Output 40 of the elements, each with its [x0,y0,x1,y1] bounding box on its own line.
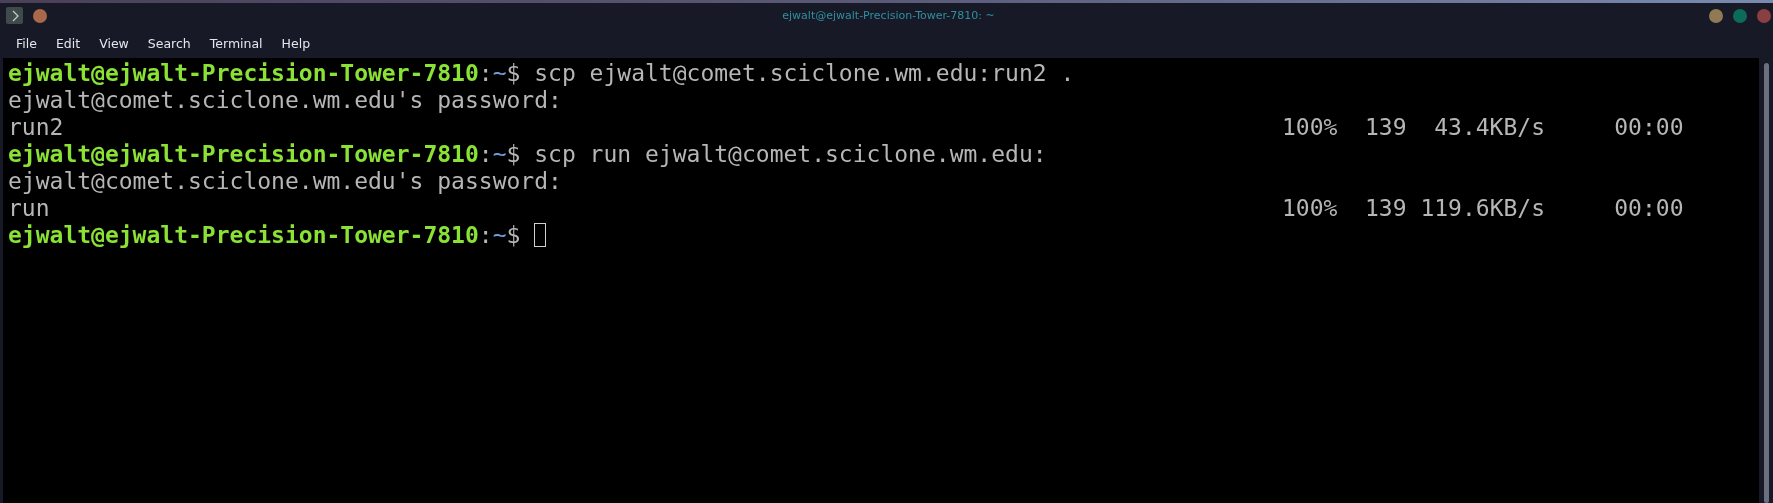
menu-button[interactable] [6,7,23,25]
prompt-path: ~ [492,141,507,168]
prompt-symbol: $ [506,222,521,249]
menu-item[interactable]: File [16,35,37,51]
prompt-separator: : [478,222,493,249]
chevron-icon [10,9,19,22]
command-text: scp run ejwalt@comet.sciclone.wm.edu: [534,141,1047,168]
prompt-symbol: $ [506,141,521,168]
maximize-button[interactable] [1733,8,1747,23]
file-name: run [8,195,51,222]
menu-item[interactable]: Edit [55,35,81,51]
minimize-button[interactable] [1709,8,1723,23]
prompt-user-host: ejwalt@ejwalt-Precision-Tower-7810 [8,60,479,87]
prompt-separator: : [478,60,493,87]
pin-button[interactable] [33,8,47,23]
command-text: scp ejwalt@comet.sciclone.wm.edu:run2 . [534,60,1075,87]
menu-item[interactable]: Help [281,35,311,51]
prompt-user-host: ejwalt@ejwalt-Precision-Tower-7810 [8,222,479,249]
close-button[interactable] [1757,8,1771,23]
transfer-percent: 100% [1281,195,1339,222]
menu-item[interactable]: Terminal [209,35,263,51]
file-size: 139 [1365,114,1407,141]
prompt-user-host: ejwalt@ejwalt-Precision-Tower-7810 [8,141,479,168]
file-name: run2 [8,114,65,141]
menu-item[interactable]: View [99,35,129,51]
transfer-time: 00:00 [1614,114,1684,141]
output-text: ejwalt@comet.sciclone.wm.edu's password: [8,87,562,114]
file-size: 139 [1365,195,1407,222]
prompt-path: ~ [492,60,507,87]
prompt-path: ~ [492,222,507,249]
transfer-rate: 43.4KB/s [1434,114,1545,141]
menu-item[interactable]: Search [147,35,191,51]
transfer-percent: 100% [1281,114,1339,141]
prompt-separator: : [478,141,493,168]
output-text: ejwalt@comet.sciclone.wm.edu's password: [8,168,562,195]
prompt-symbol: $ [506,60,521,87]
transfer-time: 00:00 [1614,195,1684,222]
scrollbar-thumb[interactable] [1763,63,1769,503]
window-title: ejwalt@ejwalt-Precision-Tower-7810: ~ [782,9,995,23]
transfer-rate: 119.6KB/s [1420,195,1545,222]
